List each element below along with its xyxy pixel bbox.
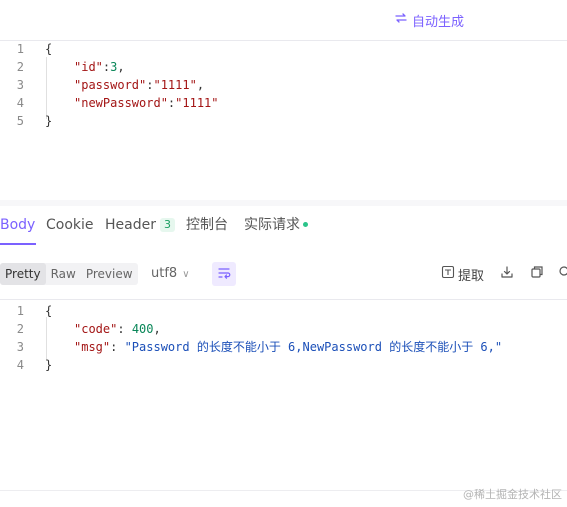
tab-actual-request-label: 实际请求 bbox=[244, 217, 300, 233]
download-icon bbox=[500, 264, 514, 283]
code-token: : bbox=[110, 340, 125, 354]
search-icon bbox=[558, 265, 567, 281]
code-token: , bbox=[196, 78, 205, 92]
code-text: { bbox=[45, 302, 52, 320]
auto-generate-label: 自动生成 bbox=[412, 14, 465, 30]
tab-body[interactable]: Body bbox=[0, 207, 35, 245]
line-number: 1 bbox=[16, 42, 24, 56]
code-token: "Password 的长度不能小于 6,NewPassword 的长度不能小于 … bbox=[124, 340, 503, 354]
tab-cookie-label: Cookie bbox=[46, 217, 94, 233]
watermark: @稀土掘金技术社区 bbox=[463, 488, 562, 501]
status-dot bbox=[303, 222, 308, 227]
wrap-lines-icon bbox=[217, 265, 231, 284]
line-number: 4 bbox=[16, 96, 24, 110]
code-line: 1{ bbox=[0, 302, 567, 320]
tab-cookie[interactable]: Cookie bbox=[46, 207, 94, 245]
code-text: "msg": "Password 的长度不能小于 6,NewPassword 的… bbox=[74, 338, 502, 356]
sync-icon bbox=[394, 11, 412, 29]
auto-generate-button[interactable]: 自动生成 bbox=[394, 11, 465, 30]
code-token: 400 bbox=[131, 322, 154, 336]
search-button[interactable] bbox=[558, 265, 567, 281]
code-token: "msg" bbox=[74, 340, 111, 354]
extract-button[interactable]: 提取 bbox=[441, 265, 485, 284]
code-token: "code" bbox=[74, 322, 118, 336]
code-token: "1111" bbox=[175, 96, 219, 110]
code-line: 4} bbox=[0, 356, 567, 374]
code-text: "newPassword":"1111" bbox=[74, 94, 219, 112]
copy-button[interactable] bbox=[529, 265, 545, 281]
code-token: "id" bbox=[74, 60, 103, 74]
top-bar: 自动生成 bbox=[0, 0, 567, 40]
line-number: 3 bbox=[16, 78, 24, 92]
tab-header-label: Header bbox=[105, 217, 156, 233]
code-token: "newPassword" bbox=[74, 96, 168, 110]
tab-console-label: 控制台 bbox=[186, 217, 228, 233]
code-line: 4 "newPassword":"1111" bbox=[0, 94, 567, 112]
code-line: 3 "password":"1111", bbox=[0, 76, 567, 94]
view-mode-switch: Pretty Raw Preview bbox=[0, 263, 138, 285]
code-token: "1111" bbox=[153, 78, 197, 92]
line-number: 3 bbox=[16, 340, 24, 354]
code-token: "password" bbox=[74, 78, 147, 92]
extract-label: 提取 bbox=[458, 268, 485, 284]
encoding-select[interactable]: utf8 ∨ bbox=[151, 263, 190, 285]
tab-header[interactable]: Header 3 bbox=[105, 207, 175, 245]
extract-icon bbox=[441, 265, 458, 283]
panel-separator bbox=[0, 200, 567, 206]
view-preview-button[interactable]: Preview bbox=[81, 263, 138, 285]
view-raw-button[interactable]: Raw bbox=[46, 263, 81, 285]
code-token: { bbox=[45, 42, 53, 56]
request-body-editor[interactable]: 1{2 "id":3, 3 "password":"1111", 4 "newPasswo… bbox=[0, 40, 567, 190]
response-body-editor[interactable]: 1{2 "code": 400, 3 "msg": "Password 的长度不能小于… bbox=[0, 300, 567, 485]
code-line: 2 "code": 400, bbox=[0, 320, 567, 338]
code-text: } bbox=[45, 356, 52, 374]
tab-actual-request[interactable]: 实际请求 bbox=[244, 207, 308, 245]
code-text: } bbox=[45, 112, 52, 130]
code-token: , bbox=[117, 60, 125, 74]
code-text: "password":"1111", bbox=[74, 76, 204, 94]
download-button[interactable] bbox=[499, 265, 515, 281]
code-text: { bbox=[45, 40, 52, 58]
code-token: } bbox=[45, 358, 53, 372]
line-number: 4 bbox=[16, 358, 24, 372]
wrap-lines-button[interactable] bbox=[212, 262, 236, 286]
code-token: } bbox=[45, 114, 53, 128]
code-line: 3 "msg": "Password 的长度不能小于 6,NewPassword … bbox=[0, 338, 567, 356]
line-number: 1 bbox=[16, 304, 24, 318]
code-token: : bbox=[117, 322, 132, 336]
line-number: 2 bbox=[16, 60, 24, 74]
code-text: "code": 400, bbox=[74, 320, 161, 338]
code-line: 2 "id":3, bbox=[0, 58, 567, 76]
code-token: , bbox=[153, 322, 161, 336]
code-text: "id":3, bbox=[74, 58, 125, 76]
code-line: 5} bbox=[0, 112, 567, 130]
header-count-badge: 3 bbox=[159, 218, 175, 232]
code-token: { bbox=[45, 304, 53, 318]
chevron-down-icon: ∨ bbox=[182, 269, 190, 280]
line-number: 5 bbox=[16, 114, 24, 128]
line-number: 2 bbox=[16, 322, 24, 336]
response-toolbar: Pretty Raw Preview utf8 ∨ 提取 bbox=[0, 258, 567, 288]
response-tabs: Body Cookie Header 3 控制台 实际请求 bbox=[0, 207, 567, 245]
tab-body-label: Body bbox=[0, 217, 36, 233]
tab-console[interactable]: 控制台 bbox=[186, 207, 228, 245]
active-tab-indicator bbox=[0, 243, 36, 245]
copy-icon bbox=[530, 264, 544, 283]
encoding-value: utf8 bbox=[151, 266, 178, 281]
code-line: 1{ bbox=[0, 40, 567, 58]
view-pretty-button[interactable]: Pretty bbox=[0, 263, 46, 285]
